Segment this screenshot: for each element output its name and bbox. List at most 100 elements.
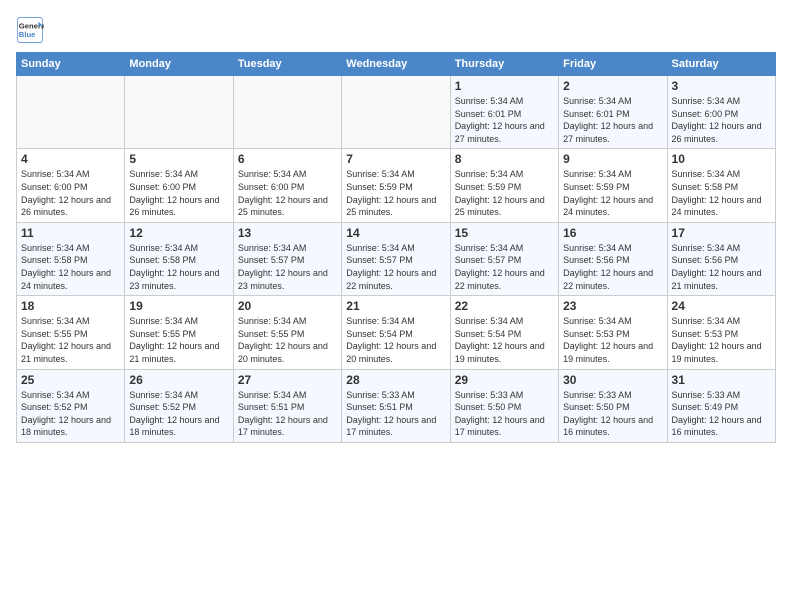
calendar-cell (233, 76, 341, 149)
day-info: Sunrise: 5:34 AM Sunset: 6:00 PM Dayligh… (238, 168, 337, 218)
header: General Blue (16, 16, 776, 44)
calendar-cell: 8Sunrise: 5:34 AM Sunset: 5:59 PM Daylig… (450, 149, 558, 222)
calendar-cell: 12Sunrise: 5:34 AM Sunset: 5:58 PM Dayli… (125, 222, 233, 295)
calendar-cell: 2Sunrise: 5:34 AM Sunset: 6:01 PM Daylig… (559, 76, 667, 149)
day-of-week-row: SundayMondayTuesdayWednesdayThursdayFrid… (17, 53, 776, 76)
calendar-cell: 27 Sunrise: 5:34 AM Sunset: 5:51 PM Dayli… (233, 369, 341, 442)
svg-text:Blue: Blue (19, 30, 36, 39)
day-info: Sunrise: 5:34 AM Sunset: 5:55 PM Dayligh… (238, 315, 337, 365)
calendar-cell: 18 Sunrise: 5:34 AM Sunset: 5:55 PM Dayli… (17, 296, 125, 369)
day-info: Sunrise: 5:34 AM Sunset: 5:57 PM Dayligh… (346, 242, 445, 292)
calendar-week-2: 4 Sunrise: 5:34 AM Sunset: 6:00 PM Daylig… (17, 149, 776, 222)
day-number: 23 (563, 299, 662, 313)
calendar-cell: 24 Sunrise: 5:34 AM Sunset: 5:53 PM Dayli… (667, 296, 775, 369)
calendar-cell: 17 Sunrise: 5:34 AM Sunset: 5:56 PM Dayli… (667, 222, 775, 295)
day-number: 22 (455, 299, 554, 313)
dow-header-tuesday: Tuesday (233, 53, 341, 76)
day-info: Sunrise: 5:34 AM Sunset: 5:52 PM Dayligh… (129, 389, 228, 439)
calendar-cell: 1 Sunrise: 5:34 AM Sunset: 6:01 PM Daylig… (450, 76, 558, 149)
day-info: Sunrise: 5:34 AM Sunset: 5:56 PM Dayligh… (672, 242, 771, 292)
day-info: Sunrise: 5:33 AM Sunset: 5:49 PM Dayligh… (672, 389, 771, 439)
calendar-cell: 4 Sunrise: 5:34 AM Sunset: 6:00 PM Daylig… (17, 149, 125, 222)
logo-icon: General Blue (16, 16, 44, 44)
day-number: 20 (238, 299, 337, 313)
calendar-cell: 6 Sunrise: 5:34 AM Sunset: 6:00 PM Daylig… (233, 149, 341, 222)
calendar-cell: 31 Sunrise: 5:33 AM Sunset: 5:49 PM Dayli… (667, 369, 775, 442)
calendar-cell: 15Sunrise: 5:34 AM Sunset: 5:57 PM Dayli… (450, 222, 558, 295)
day-info: Sunrise: 5:34 AM Sunset: 5:56 PM Dayligh… (563, 242, 662, 292)
day-number: 14 (346, 226, 445, 240)
calendar-cell: 10 Sunrise: 5:34 AM Sunset: 5:58 PM Dayli… (667, 149, 775, 222)
calendar-week-4: 18 Sunrise: 5:34 AM Sunset: 5:55 PM Dayli… (17, 296, 776, 369)
dow-header-thursday: Thursday (450, 53, 558, 76)
day-number: 13 (238, 226, 337, 240)
day-info: Sunrise: 5:34 AM Sunset: 5:51 PM Dayligh… (238, 389, 337, 439)
logo: General Blue (16, 16, 44, 44)
calendar-week-1: 1 Sunrise: 5:34 AM Sunset: 6:01 PM Daylig… (17, 76, 776, 149)
svg-text:General: General (19, 22, 44, 31)
calendar-cell (17, 76, 125, 149)
calendar-cell: 5Sunrise: 5:34 AM Sunset: 6:00 PM Daylig… (125, 149, 233, 222)
day-number: 1 (455, 79, 554, 93)
day-number: 26 (129, 373, 228, 387)
calendar-week-5: 25Sunrise: 5:34 AM Sunset: 5:52 PM Dayli… (17, 369, 776, 442)
calendar-cell: 30 Sunrise: 5:33 AM Sunset: 5:50 PM Dayli… (559, 369, 667, 442)
day-info: Sunrise: 5:34 AM Sunset: 5:58 PM Dayligh… (21, 242, 120, 292)
day-number: 31 (672, 373, 771, 387)
calendar-cell: 28 Sunrise: 5:33 AM Sunset: 5:51 PM Dayli… (342, 369, 450, 442)
day-number: 28 (346, 373, 445, 387)
day-info: Sunrise: 5:34 AM Sunset: 5:59 PM Dayligh… (346, 168, 445, 218)
day-number: 17 (672, 226, 771, 240)
day-info: Sunrise: 5:34 AM Sunset: 5:59 PM Dayligh… (563, 168, 662, 218)
day-number: 18 (21, 299, 120, 313)
day-number: 3 (672, 79, 771, 93)
dow-header-wednesday: Wednesday (342, 53, 450, 76)
day-info: Sunrise: 5:33 AM Sunset: 5:50 PM Dayligh… (563, 389, 662, 439)
calendar-cell: 16 Sunrise: 5:34 AM Sunset: 5:56 PM Dayli… (559, 222, 667, 295)
calendar-week-3: 11 Sunrise: 5:34 AM Sunset: 5:58 PM Dayli… (17, 222, 776, 295)
calendar-cell: 22 Sunrise: 5:34 AM Sunset: 5:54 PM Dayli… (450, 296, 558, 369)
day-info: Sunrise: 5:34 AM Sunset: 5:59 PM Dayligh… (455, 168, 554, 218)
day-number: 16 (563, 226, 662, 240)
day-number: 10 (672, 152, 771, 166)
day-number: 7 (346, 152, 445, 166)
day-info: Sunrise: 5:34 AM Sunset: 5:58 PM Dayligh… (672, 168, 771, 218)
day-info: Sunrise: 5:33 AM Sunset: 5:50 PM Dayligh… (455, 389, 554, 439)
dow-header-saturday: Saturday (667, 53, 775, 76)
day-info: Sunrise: 5:34 AM Sunset: 5:54 PM Dayligh… (455, 315, 554, 365)
calendar-cell (342, 76, 450, 149)
calendar-cell: 14 Sunrise: 5:34 AM Sunset: 5:57 PM Dayli… (342, 222, 450, 295)
day-number: 9 (563, 152, 662, 166)
day-number: 30 (563, 373, 662, 387)
day-number: 5 (129, 152, 228, 166)
day-info: Sunrise: 5:34 AM Sunset: 5:53 PM Dayligh… (563, 315, 662, 365)
dow-header-monday: Monday (125, 53, 233, 76)
day-info: Sunrise: 5:34 AM Sunset: 5:57 PM Dayligh… (238, 242, 337, 292)
day-number: 2 (563, 79, 662, 93)
day-number: 27 (238, 373, 337, 387)
day-info: Sunrise: 5:34 AM Sunset: 5:57 PM Dayligh… (455, 242, 554, 292)
calendar-cell: 3Sunrise: 5:34 AM Sunset: 6:00 PM Daylig… (667, 76, 775, 149)
day-number: 6 (238, 152, 337, 166)
dow-header-friday: Friday (559, 53, 667, 76)
calendar-cell: 21 Sunrise: 5:34 AM Sunset: 5:54 PM Dayli… (342, 296, 450, 369)
day-info: Sunrise: 5:34 AM Sunset: 5:53 PM Dayligh… (672, 315, 771, 365)
day-number: 4 (21, 152, 120, 166)
day-info: Sunrise: 5:34 AM Sunset: 6:00 PM Dayligh… (21, 168, 120, 218)
day-info: Sunrise: 5:34 AM Sunset: 6:01 PM Dayligh… (455, 95, 554, 145)
day-info: Sunrise: 5:34 AM Sunset: 5:55 PM Dayligh… (21, 315, 120, 365)
calendar-cell (125, 76, 233, 149)
calendar-cell: 7 Sunrise: 5:34 AM Sunset: 5:59 PM Daylig… (342, 149, 450, 222)
day-info: Sunrise: 5:34 AM Sunset: 5:58 PM Dayligh… (129, 242, 228, 292)
day-info: Sunrise: 5:33 AM Sunset: 5:51 PM Dayligh… (346, 389, 445, 439)
day-number: 11 (21, 226, 120, 240)
day-number: 21 (346, 299, 445, 313)
day-info: Sunrise: 5:34 AM Sunset: 5:54 PM Dayligh… (346, 315, 445, 365)
calendar-cell: 29Sunrise: 5:33 AM Sunset: 5:50 PM Dayli… (450, 369, 558, 442)
day-info: Sunrise: 5:34 AM Sunset: 5:52 PM Dayligh… (21, 389, 120, 439)
calendar-table: SundayMondayTuesdayWednesdayThursdayFrid… (16, 52, 776, 443)
calendar-cell: 13 Sunrise: 5:34 AM Sunset: 5:57 PM Dayli… (233, 222, 341, 295)
dow-header-sunday: Sunday (17, 53, 125, 76)
day-info: Sunrise: 5:34 AM Sunset: 5:55 PM Dayligh… (129, 315, 228, 365)
day-number: 24 (672, 299, 771, 313)
